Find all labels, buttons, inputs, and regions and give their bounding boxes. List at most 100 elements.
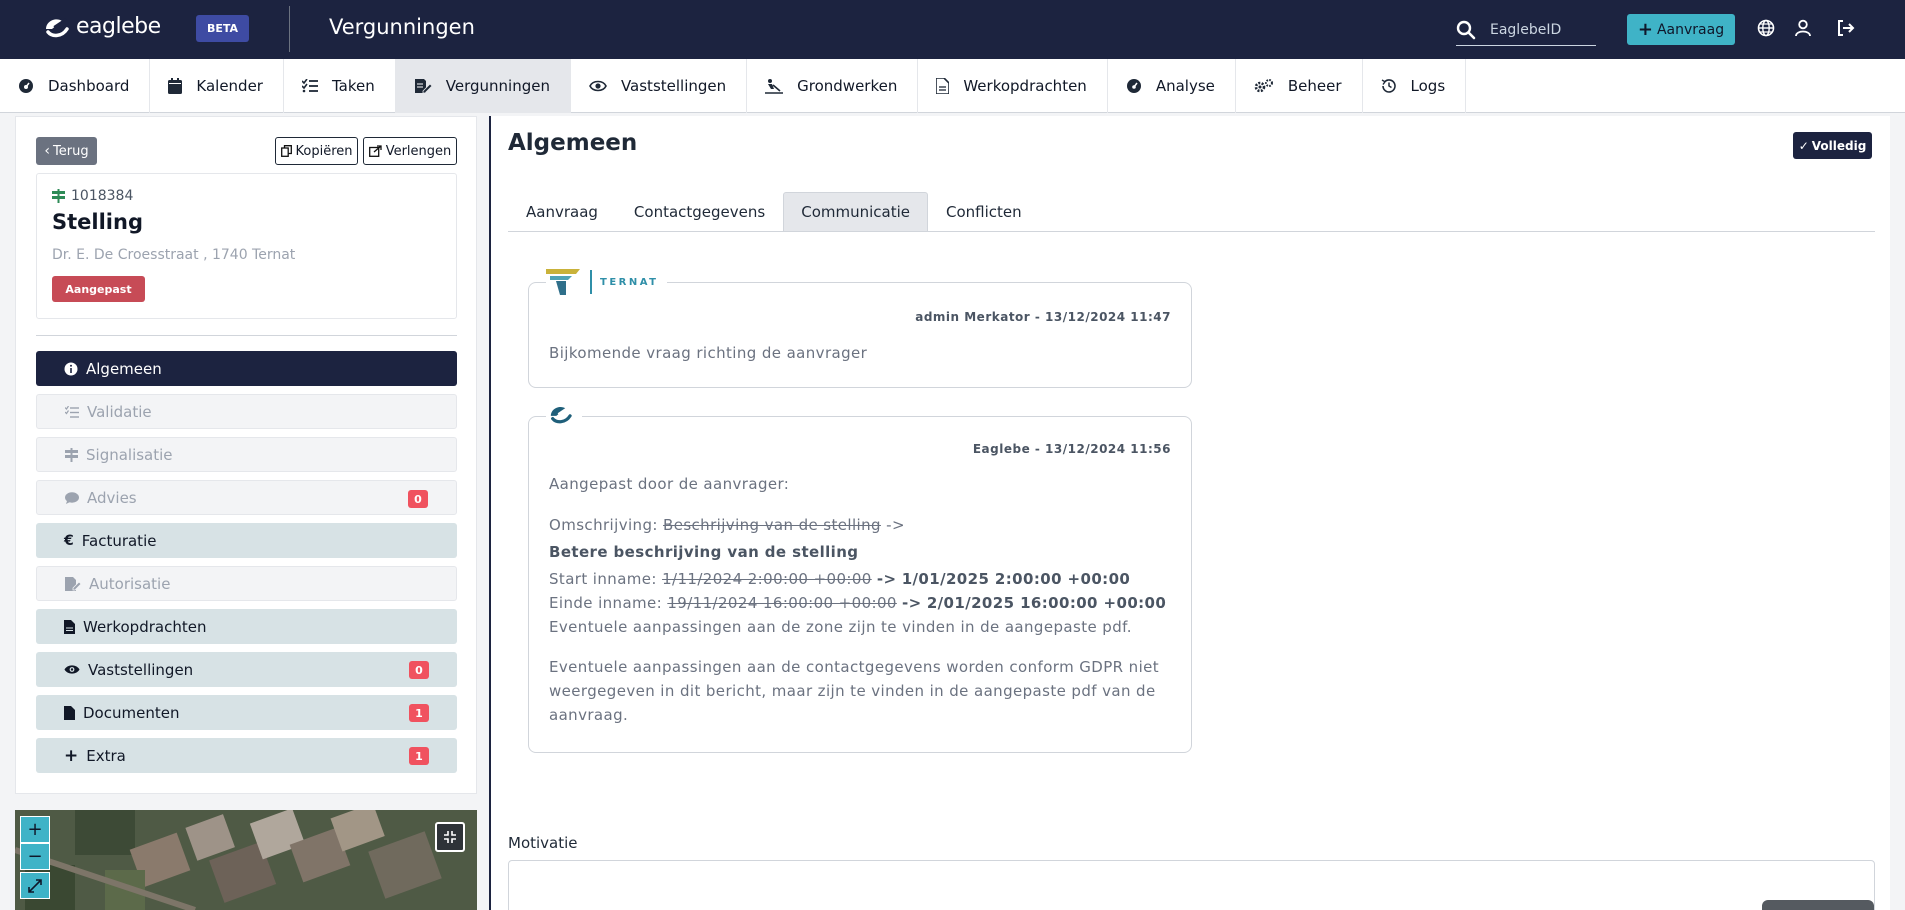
sidebar-item-algemeen[interactable]: Algemeen bbox=[36, 351, 457, 386]
permit-id: 1018384 bbox=[52, 188, 133, 204]
extend-button[interactable]: Verlengen bbox=[363, 137, 457, 165]
file-signature-icon bbox=[65, 576, 81, 591]
beta-badge: BETA bbox=[196, 15, 249, 42]
nav-taken[interactable]: Taken bbox=[284, 59, 396, 113]
count-badge: 1 bbox=[409, 704, 429, 722]
satellite-imagery bbox=[15, 810, 477, 910]
permit-title: Stelling bbox=[52, 210, 143, 234]
nav-dashboard[interactable]: Dashboard bbox=[0, 59, 151, 113]
file-icon bbox=[64, 619, 75, 634]
zoom-out-button[interactable]: − bbox=[20, 843, 50, 870]
nav-label: Dashboard bbox=[48, 77, 130, 95]
copy-button-label: Kopiëren bbox=[295, 143, 353, 159]
ternat-logo-icon bbox=[546, 269, 580, 295]
nav-kalender[interactable]: Kalender bbox=[150, 59, 284, 113]
map-view[interactable]: + − bbox=[15, 810, 477, 910]
tabs: Aanvraag Contactgegevens Communicatie Co… bbox=[508, 192, 1875, 232]
message-changes: Omschrijving: Beschrijving van de stelli… bbox=[549, 513, 1179, 727]
nav-label: Logs bbox=[1410, 77, 1446, 95]
nav-label: Kalender bbox=[196, 77, 263, 95]
info-icon bbox=[64, 362, 78, 375]
motivatie-textarea[interactable] bbox=[508, 860, 1875, 910]
sidebar-item-advies[interactable]: Advies 0 bbox=[36, 480, 457, 515]
nav-beheer[interactable]: Beheer bbox=[1236, 59, 1363, 113]
nav-grondwerken[interactable]: Grondwerken bbox=[747, 59, 919, 113]
tasks-icon bbox=[301, 79, 318, 93]
sidebar-item-autorisatie[interactable]: Autorisatie bbox=[36, 566, 457, 601]
message-intro: Aangepast door de aanvrager: bbox=[549, 475, 790, 493]
plus-icon: + bbox=[1637, 18, 1653, 40]
fullscreen-button[interactable] bbox=[435, 822, 465, 852]
sidebar-item-extra[interactable]: + Extra 1 bbox=[36, 738, 457, 773]
file-icon bbox=[936, 78, 950, 94]
eaglebe-logo[interactable]: eaglebe bbox=[42, 14, 161, 39]
change-omschrijving-new: Betere beschrijving van de stelling bbox=[549, 543, 859, 561]
eaglebe-logo-icon bbox=[46, 17, 69, 37]
nav-analyse[interactable]: Analyse bbox=[1108, 59, 1236, 113]
main-panel: Algemeen ✓ Volledig Aanvraag Contactgege… bbox=[489, 116, 1890, 910]
sidebar-item-facturatie[interactable]: € Facturatie bbox=[36, 523, 457, 558]
sidebar-item-documenten[interactable]: Documenten 1 bbox=[36, 695, 457, 730]
motivatie-submit-button[interactable] bbox=[1762, 900, 1874, 910]
sidebar-item-label: Autorisatie bbox=[89, 574, 171, 593]
nav-werkopdrachten[interactable]: Werkopdrachten bbox=[918, 59, 1108, 113]
tab-communicatie[interactable]: Communicatie bbox=[783, 192, 928, 232]
tab-contactgegevens[interactable]: Contactgegevens bbox=[616, 192, 783, 232]
copy-button[interactable]: Kopiëren bbox=[275, 137, 358, 165]
user-icon[interactable] bbox=[1792, 17, 1814, 39]
sidebar-item-label: Validatie bbox=[87, 402, 152, 421]
extend-button-label: Verlengen bbox=[385, 143, 452, 159]
nav-label: Taken bbox=[331, 77, 375, 95]
tab-aanvraag[interactable]: Aanvraag bbox=[508, 192, 616, 232]
plus-icon: + bbox=[64, 745, 79, 766]
nav-vergunningen[interactable]: Vergunningen bbox=[395, 59, 571, 113]
sign-icon bbox=[52, 189, 65, 203]
sidebar-item-validatie[interactable]: Validatie bbox=[36, 394, 457, 429]
sidebar-item-label: Werkopdrachten bbox=[83, 617, 207, 636]
divider bbox=[36, 335, 457, 336]
tab-conflicten[interactable]: Conflicten bbox=[928, 192, 1040, 232]
sidebar-item-label: Documenten bbox=[83, 703, 180, 722]
back-button[interactable]: ‹ Terug bbox=[36, 137, 97, 165]
check-icon: ✓ bbox=[1798, 138, 1809, 153]
gauge-icon bbox=[1126, 79, 1141, 93]
nav-label: Vergunningen bbox=[445, 77, 550, 95]
count-badge: 0 bbox=[409, 661, 429, 679]
sidebar-item-label: Algemeen bbox=[86, 359, 162, 378]
sidebar-item-label: Advies bbox=[87, 488, 137, 507]
sidebar-item-label: Vaststellingen bbox=[88, 660, 194, 679]
expand-map-button[interactable] bbox=[20, 872, 50, 899]
back-button-label: Terug bbox=[53, 143, 89, 159]
zoom-in-button[interactable]: + bbox=[20, 816, 50, 843]
search-icon[interactable] bbox=[1456, 20, 1478, 40]
app-title: Vergunningen bbox=[329, 15, 475, 39]
eye-icon bbox=[589, 80, 607, 92]
globe-icon[interactable] bbox=[1755, 17, 1777, 39]
nav-vaststellingen[interactable]: Vaststellingen bbox=[571, 59, 748, 113]
eaglebe-logo-icon bbox=[550, 405, 572, 424]
new-aanvraag-button[interactable]: + Aanvraag bbox=[1627, 14, 1735, 45]
search-input[interactable] bbox=[1490, 21, 1590, 38]
logout-icon[interactable] bbox=[1835, 17, 1857, 39]
sidebar-item-vaststellingen[interactable]: Vaststellingen 0 bbox=[36, 652, 457, 687]
left-panel: ‹ Terug Kopiëren Verlengen 1018384 Stell… bbox=[15, 116, 477, 794]
count-badge: 0 bbox=[408, 490, 428, 508]
history-icon bbox=[1381, 79, 1396, 93]
sidebar-item-label: Signalisatie bbox=[86, 445, 173, 464]
volledig-button[interactable]: ✓ Volledig bbox=[1793, 132, 1872, 159]
euro-icon: € bbox=[64, 532, 74, 549]
sidebar-item-label: Extra bbox=[86, 746, 126, 765]
zone-note: Eventuele aanpassingen aan de zone zijn … bbox=[549, 618, 1132, 636]
cogs-icon bbox=[1254, 79, 1273, 93]
nav-logs[interactable]: Logs bbox=[1363, 59, 1467, 113]
search-box[interactable] bbox=[1456, 14, 1596, 46]
change-einde: Einde inname: 19/11/2024 16:00:00 +00:00… bbox=[549, 594, 1167, 612]
copy-icon bbox=[280, 145, 292, 157]
ternat-logo: TERNAT bbox=[546, 269, 667, 295]
sidebar-item-signalisatie[interactable]: Signalisatie bbox=[36, 437, 457, 472]
compress-icon bbox=[444, 831, 456, 843]
sidebar-item-werkopdrachten[interactable]: Werkopdrachten bbox=[36, 609, 457, 644]
count-badge: 1 bbox=[409, 747, 429, 765]
digging-icon bbox=[765, 79, 784, 94]
permit-address: Dr. E. De Croesstraat , 1740 Ternat bbox=[52, 247, 296, 263]
